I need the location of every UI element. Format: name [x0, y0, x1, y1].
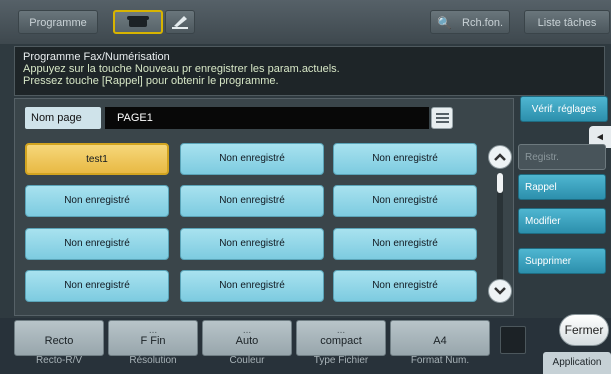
search-address-button[interactable]: 🔍 Rch.fon. [430, 10, 510, 34]
scroll-up-button[interactable] [488, 145, 512, 169]
setting-value: F Fin [140, 335, 166, 347]
top-bar: Programme 🔍 Rch.fon. Liste tâches [0, 0, 611, 44]
setting-label: Format Num. [410, 355, 470, 366]
setting-label: Couleur [229, 355, 265, 366]
close-button[interactable]: Fermer [559, 314, 609, 346]
setting-top-text [391, 325, 489, 335]
setting-value: A4 [433, 335, 447, 347]
application-tab[interactable]: Application [543, 352, 611, 374]
setting-label: Recto-R/V [35, 355, 83, 366]
register-button[interactable]: Registr. [518, 144, 606, 170]
info-dialog: Programme Fax/Numérisation Appuyez sur l… [14, 46, 605, 96]
color-setting-button[interactable]: ... Auto [202, 320, 292, 356]
setting-top-text: ... [148, 325, 158, 335]
setting-label: Résolution [129, 355, 177, 366]
delete-button[interactable]: Supprimer [518, 248, 606, 274]
setting-value: Auto [235, 335, 259, 347]
program-key[interactable]: Non enregistré [180, 228, 324, 260]
page-name-value: PAGE1 [105, 107, 429, 129]
program-key[interactable]: test1 [25, 143, 169, 175]
pen-icon[interactable] [165, 10, 195, 34]
check-settings-button[interactable]: Vérif. réglages [520, 96, 608, 122]
program-key[interactable]: Non enregistré [180, 185, 324, 217]
empty-slot [500, 326, 526, 354]
scrollbar-track[interactable] [497, 173, 503, 285]
list-icon[interactable] [431, 107, 453, 129]
instruction-line-1: Appuyez sur la touche Nouveau pr enregis… [23, 63, 340, 75]
programme-tab[interactable]: Programme [18, 10, 98, 34]
setting-value: Recto [44, 335, 74, 347]
search-icon: 🔍 [437, 16, 452, 30]
setting-label: Type Fichier [313, 355, 369, 366]
program-panel: Nom page PAGE1 test1 Non enregistré Non … [14, 98, 514, 316]
task-list-button[interactable]: Liste tâches [524, 10, 610, 34]
program-key[interactable]: Non enregistré [333, 228, 477, 260]
program-key[interactable]: Non enregistré [333, 270, 477, 302]
setting-value: compact [320, 335, 362, 347]
program-key[interactable]: Non enregistré [180, 143, 324, 175]
search-label: Rch.fon. [462, 17, 503, 29]
recall-button[interactable]: Rappel [518, 174, 606, 200]
scrollbar-thumb[interactable] [497, 173, 503, 193]
program-key[interactable]: Non enregistré [25, 228, 169, 260]
scroll-down-button[interactable] [488, 279, 512, 303]
program-key[interactable]: Non enregistré [25, 185, 169, 217]
resolution-setting-button[interactable]: ... F Fin [108, 320, 198, 356]
program-key[interactable]: Non enregistré [180, 270, 324, 302]
file-type-setting-button[interactable]: ... compact [296, 320, 386, 356]
instruction-line-2: Pressez touche [Rappel] pour obtenir le … [23, 75, 279, 87]
setting-top-text: ... [336, 325, 346, 335]
program-key[interactable]: Non enregistré [333, 143, 477, 175]
program-key[interactable]: Non enregistré [25, 270, 169, 302]
page-name-label: Nom page [25, 107, 101, 129]
phone-icon[interactable] [113, 10, 163, 34]
program-key[interactable]: Non enregistré [333, 185, 477, 217]
duplex-setting-button[interactable]: Recto [14, 320, 104, 356]
scan-size-setting-button[interactable]: A4 [390, 320, 490, 356]
setting-top-text: ... [242, 325, 252, 335]
setting-top-text [15, 325, 103, 335]
dialog-title: Programme Fax/Numérisation [23, 51, 170, 63]
edit-button[interactable]: Modifier [518, 208, 606, 234]
